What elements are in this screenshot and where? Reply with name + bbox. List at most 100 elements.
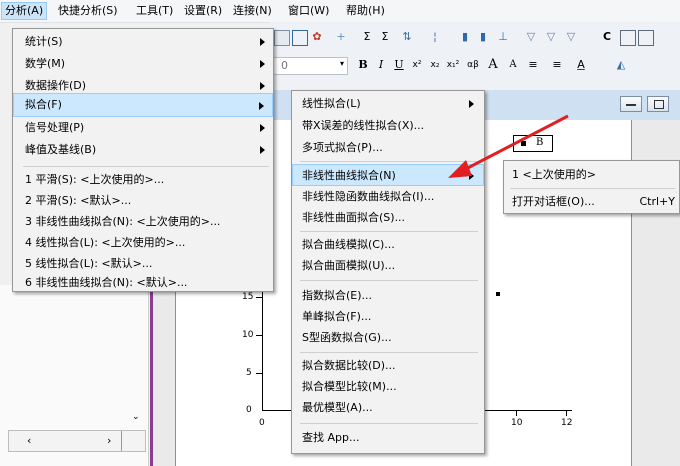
- increase-font-button[interactable]: A: [486, 58, 500, 72]
- recent-item[interactable]: 6 非线性曲线拟合(N): <默认>...: [13, 272, 273, 294]
- x-tick: [566, 410, 567, 416]
- column-chart-icon[interactable]: ▮: [476, 30, 490, 44]
- gear-icon[interactable]: ✿: [310, 30, 324, 44]
- menu-settings[interactable]: 设置(R): [181, 3, 225, 19]
- menu-item-label: 单峰拟合(F)...: [302, 310, 372, 323]
- align-button[interactable]: ≡: [526, 58, 540, 72]
- y-tick: [256, 373, 262, 374]
- restore-button[interactable]: [647, 96, 669, 112]
- horizontal-scrollbar[interactable]: ‹ ›: [8, 430, 146, 452]
- menu-item-label: 3 非线性曲线拟合(N): <上次使用的>...: [25, 215, 221, 228]
- filter-settings-icon[interactable]: ▽: [564, 30, 578, 44]
- submenu-arrow-icon: [260, 146, 265, 154]
- paste-icon[interactable]: [638, 30, 654, 46]
- menu-item-label: 2 平滑(S): <默认>...: [25, 194, 132, 207]
- recent-item[interactable]: 1 平滑(S): <上次使用的>...: [13, 169, 273, 191]
- menu-item-math[interactable]: 数学(M): [13, 53, 273, 75]
- menu-item-exponential-fit[interactable]: 指数拟合(E)...: [292, 285, 484, 307]
- font-color-button[interactable]: A: [574, 58, 588, 72]
- menu-item-label: 4 线性拟合(L): <上次使用的>...: [25, 236, 186, 249]
- menu-item-simulate-surface[interactable]: 拟合曲面模拟(U)...: [292, 255, 484, 277]
- data-point[interactable]: [496, 292, 500, 296]
- x-tick-label: 12: [561, 418, 573, 428]
- y-axis[interactable]: [262, 290, 263, 410]
- decrease-font-button[interactable]: A: [506, 58, 520, 72]
- menu-item-surface-fit[interactable]: 非线性曲面拟合(S)...: [292, 207, 484, 229]
- menu-item-rank-models[interactable]: 最优模型(A)...: [292, 397, 484, 419]
- bar-chart-icon[interactable]: ▮: [458, 30, 472, 44]
- copy-page-icon[interactable]: [620, 30, 636, 46]
- menu-item-find-app[interactable]: 查找 App...: [292, 427, 484, 449]
- y-tick-label: 0: [246, 405, 252, 415]
- greek-button[interactable]: αβ: [466, 58, 480, 72]
- recent-item[interactable]: 2 平滑(S): <默认>...: [13, 190, 273, 212]
- superscript-button[interactable]: x²: [410, 58, 424, 72]
- menu-help[interactable]: 帮助(H): [343, 3, 388, 19]
- menu-connect[interactable]: 连接(N): [230, 3, 275, 19]
- sum-icon[interactable]: Σ: [360, 30, 374, 44]
- menu-bar: 分析(A) 快捷分析(S) 工具(T) 设置(R) 连接(N) 窗口(W) 帮助…: [0, 0, 680, 23]
- menu-item-label: 拟合数据比较(D)...: [302, 359, 396, 372]
- graph-icon[interactable]: [274, 30, 290, 46]
- column-stats-icon[interactable]: ¦: [428, 30, 442, 44]
- italic-button[interactable]: I: [374, 58, 388, 72]
- submenu-arrow-icon: [260, 60, 265, 68]
- x-tick-label: 0: [259, 418, 265, 428]
- menu-item-label: 拟合曲线模拟(C)...: [302, 238, 395, 251]
- menu-item-shortcut: Ctrl+Y: [639, 195, 675, 208]
- window-icon[interactable]: [292, 30, 308, 46]
- menu-item-statistics[interactable]: 统计(S): [13, 31, 273, 53]
- recent-item[interactable]: 4 线性拟合(L): <上次使用的>...: [13, 232, 273, 254]
- stats-icon[interactable]: Σ: [378, 30, 392, 44]
- sort-icon[interactable]: ⇅: [400, 30, 414, 44]
- menu-item-label: 带X误差的线性拟合(X)...: [302, 119, 425, 132]
- supersubscript-button[interactable]: x₁²: [446, 58, 460, 72]
- plot-icon[interactable]: ⊥: [496, 30, 510, 44]
- menu-quick-analysis[interactable]: 快捷分析(S): [55, 3, 121, 19]
- subscript-button[interactable]: x₂: [428, 58, 442, 72]
- submenu-arrow-icon: [259, 102, 264, 110]
- menu-analysis[interactable]: 分析(A): [1, 2, 48, 20]
- scroll-right-icon[interactable]: ›: [107, 434, 111, 447]
- app-c-icon[interactable]: C: [600, 30, 614, 44]
- menu-item-signal-processing[interactable]: 信号处理(P): [13, 117, 273, 139]
- menu-window[interactable]: 窗口(W): [285, 3, 332, 19]
- scroll-left-icon[interactable]: ‹: [27, 434, 31, 447]
- filter-clear-icon[interactable]: ▽: [544, 30, 558, 44]
- menu-item-peaks-baseline[interactable]: 峰值及基线(B): [13, 139, 273, 161]
- y-tick-label: 10: [242, 330, 254, 340]
- menu-item-label: 拟合曲面模拟(U)...: [302, 259, 396, 272]
- recent-item[interactable]: 3 非线性曲线拟合(N): <上次使用的>...: [13, 211, 273, 233]
- menu-item-compare-models[interactable]: 拟合模型比较(M)...: [292, 376, 484, 398]
- font-size-combo[interactable]: 0 ▾: [272, 57, 348, 75]
- annotation-arrow: [448, 114, 569, 178]
- menu-item-label: 统计(S): [25, 35, 63, 48]
- underline-button[interactable]: U: [392, 58, 406, 72]
- line-style-button[interactable]: ≡: [550, 58, 564, 72]
- menu-item-label: 峰值及基线(B): [25, 143, 97, 156]
- toolbar-row-2: 0 ▾ B I U x² x₂ x₁² αβ A A ≡ ≡ A ◭: [270, 52, 680, 80]
- x-tick-label: 10: [511, 418, 523, 428]
- minimize-button[interactable]: [620, 96, 642, 112]
- scroll-down-icon[interactable]: ⌄: [132, 412, 142, 424]
- menu-item-label: 非线性曲线拟合(N): [302, 169, 396, 182]
- y-tick: [256, 297, 262, 298]
- filter-icon[interactable]: ▽: [524, 30, 538, 44]
- menu-item-simulate-curve[interactable]: 拟合曲线模拟(C)...: [292, 234, 484, 256]
- menu-item-label: 拟合(F): [25, 98, 62, 111]
- menu-item-label: 非线性隐函数曲线拟合(I)...: [302, 190, 435, 203]
- menu-item-fitting[interactable]: 拟合(F): [13, 93, 273, 117]
- toolbar-row-1: ✿ + Σ Σ ⇅ ¦ ▮ ▮ ⊥ ▽ ▽ ▽ C: [270, 24, 680, 52]
- menu-tools[interactable]: 工具(T): [133, 3, 176, 19]
- menu-separator: [300, 352, 478, 353]
- menu-item-open-dialog[interactable]: 打开对话框(O)... Ctrl+Y: [504, 191, 679, 213]
- x-tick: [516, 410, 517, 416]
- bold-button[interactable]: B: [356, 58, 370, 72]
- annotation-arrow-shaft: [459, 114, 569, 174]
- menu-item-label: 打开对话框(O)...: [512, 195, 595, 208]
- fill-color-icon[interactable]: ◭: [614, 58, 628, 72]
- add-column-icon[interactable]: +: [334, 30, 348, 44]
- menu-item-compare-datasets[interactable]: 拟合数据比较(D)...: [292, 355, 484, 377]
- menu-item-sigmoidal-fit[interactable]: S型函数拟合(G)...: [292, 327, 484, 349]
- menu-item-single-peak-fit[interactable]: 单峰拟合(F)...: [292, 306, 484, 328]
